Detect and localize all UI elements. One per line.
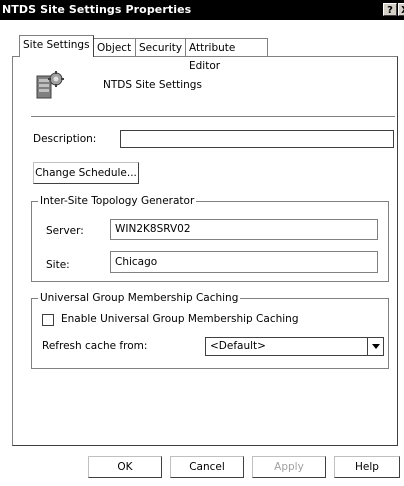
cancel-button[interactable]: Cancel (170, 456, 244, 478)
description-label: Description: (33, 133, 97, 145)
chevron-down-icon[interactable] (367, 338, 383, 355)
description-input[interactable] (120, 130, 394, 148)
tab-site-settings[interactable]: Site Settings (19, 35, 94, 57)
enable-ugmc-checkbox[interactable] (42, 314, 54, 326)
close-icon[interactable]: X (398, 3, 404, 16)
server-field: WIN2K8SRV02 (110, 219, 378, 240)
refresh-cache-select[interactable]: <Default> (205, 337, 384, 356)
separator (31, 116, 395, 118)
tab-object[interactable]: Object (94, 38, 136, 57)
ok-button[interactable]: OK (88, 456, 162, 478)
istg-group-title: Inter-Site Topology Generator (38, 195, 197, 207)
site-settings-icon (34, 70, 66, 102)
server-label: Server: (46, 225, 84, 237)
window-title: NTDS Site Settings Properties (2, 3, 192, 16)
site-settings-name: NTDS Site Settings (103, 79, 202, 91)
enable-ugmc-label[interactable]: Enable Universal Group Membership Cachin… (61, 313, 298, 325)
site-label: Site: (46, 259, 70, 271)
refresh-cache-label: Refresh cache from: (42, 340, 148, 352)
help-button[interactable]: Help (334, 456, 400, 478)
tab-attribute-editor[interactable]: Attribute Editor (186, 38, 268, 72)
ugmc-groupbox (31, 298, 389, 369)
ugmc-group-title: Universal Group Membership Caching (38, 292, 241, 304)
refresh-cache-value: <Default> (210, 340, 266, 352)
title-bar[interactable]: NTDS Site Settings Properties ? X (0, 0, 404, 20)
apply-button[interactable]: Apply (252, 456, 326, 478)
tab-security[interactable]: Security (136, 38, 186, 57)
site-field: Chicago (110, 251, 378, 273)
help-icon[interactable]: ? (383, 3, 397, 16)
change-schedule-button[interactable]: Change Schedule... (33, 162, 139, 184)
